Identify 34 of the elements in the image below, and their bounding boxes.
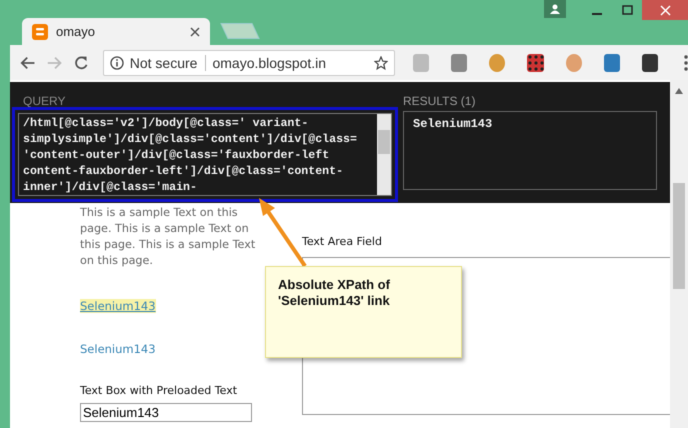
result-text: Selenium143 — [413, 117, 494, 131]
blog-logo-icon — [32, 24, 48, 40]
scrollbar[interactable] — [670, 80, 688, 428]
browser-tab[interactable]: omayo — [22, 18, 210, 45]
selenium-link[interactable]: Selenium143 — [80, 342, 156, 356]
minimize-icon — [592, 13, 602, 15]
menu-icon[interactable] — [684, 54, 688, 70]
text-input[interactable]: Selenium143 — [80, 403, 252, 422]
sample-paragraph: This is a sample Text on this page. This is a sample Text on this page. This is a sample Text on this page. — [80, 205, 256, 269]
address-bar[interactable]: Not secure omayo.blogspot.in — [102, 50, 395, 76]
tab-title: omayo — [56, 24, 96, 39]
star-icon[interactable] — [374, 56, 388, 70]
dots-grid-icon[interactable] — [527, 54, 544, 72]
security-label: Not secure — [130, 54, 206, 70]
url-text: omayo.blogspot.in — [212, 54, 328, 70]
field-label: Text Area Field — [302, 235, 383, 248]
maximize-icon — [622, 5, 632, 15]
scrollbar-thumb[interactable] — [673, 183, 685, 289]
scroll-up-icon[interactable] — [675, 88, 683, 94]
scrollbar[interactable] — [377, 114, 391, 195]
results-label: RESULTS (1) — [403, 94, 476, 108]
close-tab-icon[interactable] — [190, 26, 200, 36]
close-icon — [660, 4, 670, 16]
field-label: Text Box with Preloaded Text — [80, 384, 238, 397]
reload-icon[interactable] — [72, 54, 89, 72]
profile-button[interactable] — [544, 0, 566, 18]
query-label: QUERY — [23, 94, 66, 108]
query-text: /html[@class='v2']/body[@class=' variant-simplysimple']/div[@class='content']/div[@class='content-outer']/div[@class='fauxborder-left content-fauxborder-left']/div[@class='content-inner']/div[@class='main- — [22, 116, 358, 195]
scrollbar-thumb[interactable] — [378, 130, 390, 154]
extension-icon[interactable] — [642, 54, 658, 72]
info-icon — [110, 56, 124, 70]
close-button[interactable] — [642, 0, 688, 20]
user-icon — [550, 4, 560, 14]
callout-note: Absolute XPath of 'Selenium143' link — [265, 266, 462, 358]
